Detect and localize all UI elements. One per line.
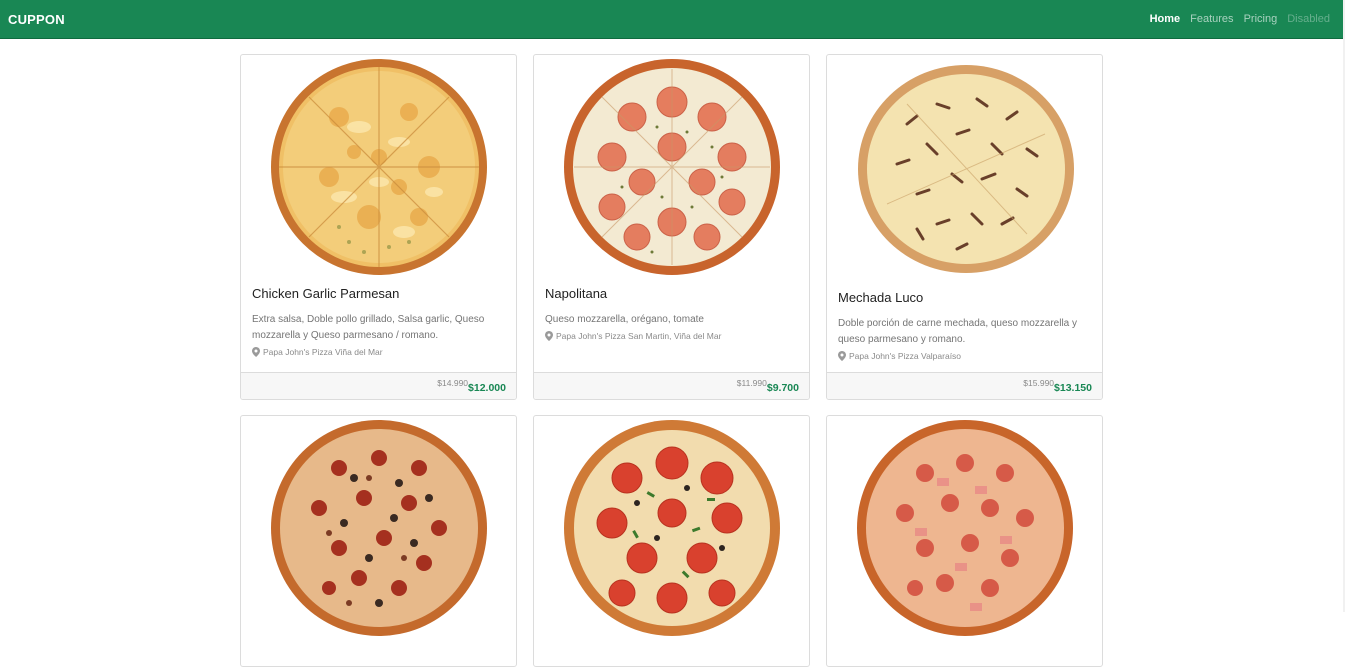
map-pin-icon	[545, 331, 553, 341]
location-label: Papa John's Pizza Valparaíso	[849, 351, 962, 361]
card-body: Chicken Garlic Parmesan Extra salsa, Dob…	[252, 286, 506, 357]
product-card[interactable]	[240, 415, 517, 667]
product-image[interactable]	[534, 55, 809, 283]
product-description: Doble porción de carne mechada, queso mo…	[838, 318, 1078, 345]
nav-link-pricing[interactable]: Pricing	[1244, 13, 1278, 25]
brand-logo[interactable]: CUPPON	[8, 12, 65, 27]
map-pin-icon	[838, 351, 846, 361]
price-group: $11.990$9.700	[737, 378, 799, 396]
product-card[interactable]: Chicken Garlic Parmesan Extra salsa, Dob…	[240, 54, 517, 400]
pizza-pepperoni-peppers-image	[564, 420, 780, 636]
pizza-mechada-luco-image	[858, 65, 1074, 273]
map-pin-icon	[252, 347, 260, 357]
product-card[interactable]	[826, 415, 1103, 667]
product-image[interactable]	[241, 416, 516, 644]
card-body: Napolitana Queso mozzarella, orégano, to…	[545, 286, 799, 341]
product-card[interactable]: Mechada Luco Doble porción de carne mech…	[826, 54, 1103, 400]
product-location: Papa John's Pizza Valparaíso	[838, 351, 1092, 361]
original-price: $14.990	[437, 378, 469, 388]
product-card[interactable]: Napolitana Queso mozzarella, orégano, to…	[533, 54, 810, 400]
price-group: $15.990$13.150	[1023, 378, 1092, 396]
card-footer: $14.990$12.000	[241, 372, 516, 399]
nav-link-home[interactable]: Home	[1150, 13, 1181, 25]
nav-link-disabled: Disabled	[1287, 13, 1330, 25]
original-price: $15.990	[1023, 378, 1055, 388]
product-image[interactable]	[534, 416, 809, 644]
navbar: CUPPON Home Features Pricing Disabled	[0, 0, 1343, 39]
price-group: $14.990$12.000	[437, 378, 506, 396]
product-description: Extra salsa, Doble pollo grillado, Salsa…	[252, 314, 485, 341]
product-description: Queso mozzarella, orégano, tomate	[545, 314, 704, 325]
product-card[interactable]	[533, 415, 810, 667]
product-title[interactable]: Mechada Luco	[838, 290, 1092, 305]
location-label: Papa John's Pizza San Martin, Viña del M…	[556, 331, 722, 341]
pizza-ham-pepperoni-image	[857, 420, 1073, 636]
product-title[interactable]: Chicken Garlic Parmesan	[252, 286, 506, 301]
nav-link-features[interactable]: Features	[1190, 13, 1233, 25]
location-label: Papa John's Pizza Viña del Mar	[263, 347, 383, 357]
discount-price: $9.700	[766, 382, 799, 394]
product-title[interactable]: Napolitana	[545, 286, 799, 301]
discount-price: $13.150	[1054, 382, 1092, 394]
pizza-napolitana-image	[564, 59, 780, 275]
discount-price: $12.000	[468, 382, 506, 394]
original-price: $11.990	[736, 378, 767, 388]
pizza-chicken-garlic-parmesan-image	[271, 59, 487, 275]
nav-links: Home Features Pricing Disabled	[1150, 13, 1330, 25]
product-location: Papa John's Pizza San Martin, Viña del M…	[545, 331, 799, 341]
card-footer: $11.990$9.700	[534, 372, 809, 399]
card-footer: $15.990$13.150	[827, 372, 1102, 399]
pizza-meat-mushroom-image	[271, 420, 487, 636]
product-image[interactable]	[241, 55, 516, 283]
product-image[interactable]	[827, 416, 1102, 644]
product-image[interactable]	[827, 55, 1102, 283]
product-location: Papa John's Pizza Viña del Mar	[252, 347, 506, 357]
card-body: Mechada Luco Doble porción de carne mech…	[838, 290, 1092, 361]
